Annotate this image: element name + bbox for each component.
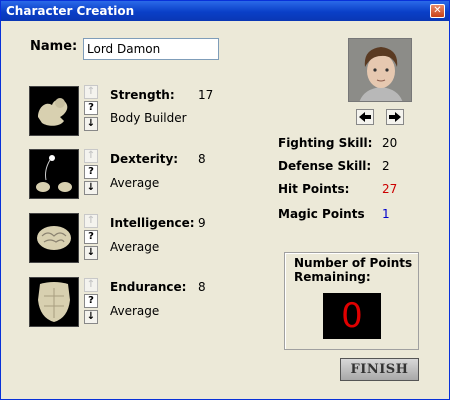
dexterity-value: 8 — [198, 152, 206, 166]
endurance-help-button[interactable]: ? — [84, 294, 98, 308]
intelligence-value: 9 — [198, 216, 206, 230]
points-remaining-panel: Number of Points Remaining: 0 — [284, 252, 419, 350]
endurance-down-button[interactable]: ↓ — [84, 310, 98, 324]
finish-button[interactable]: FINISH — [340, 358, 419, 381]
strength-help-button[interactable]: ? — [84, 101, 98, 115]
character-portrait — [348, 38, 412, 102]
hit-points-label: Hit Points: — [278, 182, 350, 196]
strength-label: Strength: — [110, 88, 175, 102]
endurance-up-button[interactable]: ↑ — [84, 278, 98, 292]
intelligence-label: Intelligence: — [110, 216, 195, 230]
dexterity-down-button[interactable]: ↓ — [84, 181, 98, 195]
dexterity-description: Average — [110, 176, 160, 190]
dexterity-arrows: ↑ ? ↓ — [84, 149, 98, 197]
dexterity-help-button[interactable]: ? — [84, 165, 98, 179]
juggling-hands-icon — [29, 149, 79, 199]
intelligence-up-button[interactable]: ↑ — [84, 214, 98, 228]
prev-portrait-button[interactable] — [356, 109, 374, 125]
points-remaining-value: 0 — [323, 293, 381, 339]
endurance-description: Average — [110, 304, 160, 318]
magic-points-value: 1 — [382, 207, 390, 221]
title-bar[interactable]: Character Creation ✕ — [1, 1, 449, 21]
dexterity-label: Dexterity: — [110, 152, 179, 166]
intelligence-description: Average — [110, 240, 160, 254]
name-label: Name: — [30, 39, 78, 54]
character-creation-window: Character Creation ✕ Name: ↑ ? ↓ Strengt… — [0, 0, 450, 400]
strength-description: Body Builder — [110, 111, 187, 125]
endurance-label: Endurance: — [110, 280, 187, 294]
points-remaining-label: Number of Points Remaining: — [294, 256, 413, 284]
defense-skill-value: 2 — [382, 159, 390, 173]
fighting-skill-label: Fighting Skill: — [278, 136, 373, 150]
flexed-arm-icon — [29, 86, 79, 136]
fighting-skill-value: 20 — [382, 136, 398, 150]
strength-arrows: ↑ ? ↓ — [84, 85, 98, 133]
magic-points-label: Magic Points — [278, 207, 365, 221]
intelligence-help-button[interactable]: ? — [84, 230, 98, 244]
window-title: Character Creation — [6, 4, 135, 18]
strength-up-button[interactable]: ↑ — [84, 85, 98, 99]
strength-down-button[interactable]: ↓ — [84, 117, 98, 131]
defense-skill-label: Defense Skill: — [278, 159, 372, 173]
brain-icon — [29, 213, 79, 263]
intelligence-down-button[interactable]: ↓ — [84, 246, 98, 260]
name-input[interactable] — [83, 38, 219, 60]
hit-points-value: 27 — [382, 182, 398, 196]
close-icon[interactable]: ✕ — [430, 4, 445, 18]
endurance-arrows: ↑ ? ↓ — [84, 278, 98, 326]
dexterity-up-button[interactable]: ↑ — [84, 149, 98, 163]
intelligence-arrows: ↑ ? ↓ — [84, 214, 98, 262]
endurance-value: 8 — [198, 280, 206, 294]
next-portrait-button[interactable] — [386, 109, 404, 125]
torso-icon — [29, 277, 79, 327]
strength-value: 17 — [198, 88, 214, 102]
